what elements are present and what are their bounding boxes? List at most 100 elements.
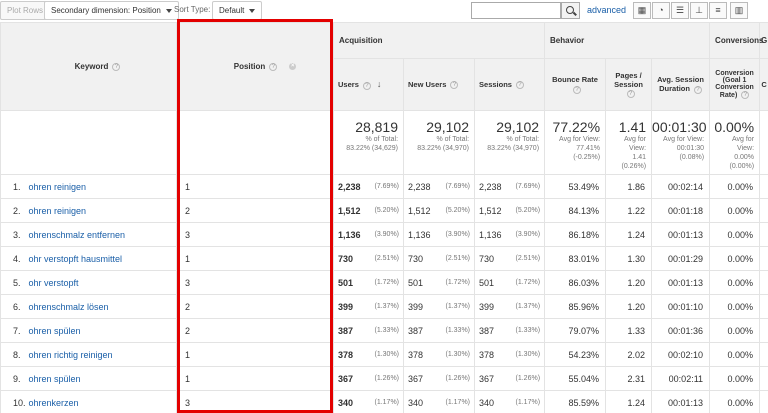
- new-users-cell: 340 (1.17%): [403, 390, 476, 413]
- new-users-cell: 399 (1.37%): [403, 294, 476, 319]
- row-index: 5.: [0, 270, 27, 295]
- new-users-cell: 378 (1.30%): [403, 342, 476, 367]
- pivot-view-icon[interactable]: ▥: [730, 2, 748, 19]
- row-index: 1.: [0, 174, 27, 199]
- partial-cell: [759, 318, 768, 343]
- partial-column-header: C: [759, 58, 768, 111]
- totals-blank: [0, 110, 178, 175]
- total-pages-session: 1.41 Avg for View: 1.41 (0.26%): [605, 110, 653, 175]
- pages-session-cell: 1.24: [605, 390, 653, 413]
- avg-duration-cell: 00:01:13: [651, 222, 711, 247]
- table-search-input[interactable]: [471, 2, 561, 19]
- avg-duration-cell: 00:02:10: [651, 342, 711, 367]
- sessions-cell: 378 (1.30%): [474, 342, 546, 367]
- pages-session-column-header[interactable]: Pages / Session?: [605, 58, 653, 111]
- position-cell: 2: [176, 294, 335, 319]
- chevron-down-icon: [249, 8, 256, 13]
- position-cell: 3: [176, 222, 335, 247]
- secondary-dimension-dropdown[interactable]: Secondary dimension: Position: [44, 1, 179, 20]
- table-row: 10. ohrenkerzen 3 340 (1.17%) 340 (1.17%) 340 (1…: [0, 390, 768, 413]
- keyword-link[interactable]: ohr verstopft: [26, 270, 178, 295]
- conversion-rate-column-header[interactable]: Conversion (Goal 1 Conversion Rate)?: [709, 58, 761, 111]
- users-cell: 378 (1.30%): [333, 342, 405, 367]
- table-row: 2. ohren reinigen 2 1,512 (5.20%) 1,512 (5.20%…: [0, 198, 768, 223]
- new-users-cell: 501 (1.72%): [403, 270, 476, 295]
- table-row: 9. ohren spülen 1 367 (1.26%) 367 (1.26%) 367 (1…: [0, 366, 768, 391]
- keyword-link[interactable]: ohren spülen: [26, 366, 178, 391]
- sessions-cell: 1,136 (3.90%): [474, 222, 546, 247]
- partial-cell: [759, 342, 768, 367]
- position-column-header[interactable]: Position? ×: [176, 22, 335, 111]
- totals-row: 28,819% of Total: 83.22% (34,629) 29,102%…: [0, 110, 768, 175]
- pages-session-cell: 1.20: [605, 294, 653, 319]
- users-cell: 730 (2.51%): [333, 246, 405, 271]
- new-users-cell: 1,136 (3.90%): [403, 222, 476, 247]
- table-row: 1. ohren reinigen 1 2,238 (7.69%) 2,238 (7.69%…: [0, 174, 768, 199]
- partial-cell: [759, 222, 768, 247]
- conversion-cell: 0.00%: [709, 174, 761, 199]
- keyword-link[interactable]: ohrenschmalz entfernen: [26, 222, 178, 247]
- plot-rows-button[interactable]: Plot Rows: [0, 1, 51, 20]
- avg-duration-column-header[interactable]: Avg. Session Duration?: [651, 58, 711, 111]
- total-new-users: 29,102% of Total: 83.22% (34,970): [403, 110, 476, 175]
- keyword-link[interactable]: ohr verstopft hausmittel: [26, 246, 178, 271]
- keyword-link[interactable]: ohren reinigen: [26, 198, 178, 223]
- users-cell: 387 (1.33%): [333, 318, 405, 343]
- bounce-rate-cell: 55.04%: [544, 366, 607, 391]
- sessions-cell: 730 (2.51%): [474, 246, 546, 271]
- partial-cell: [759, 294, 768, 319]
- help-icon[interactable]: ?: [112, 62, 121, 71]
- keyword-link[interactable]: ohren spülen: [26, 318, 178, 343]
- row-index: 7.: [0, 318, 27, 343]
- users-cell: 399 (1.37%): [333, 294, 405, 319]
- bounce-rate-cell: 84.13%: [544, 198, 607, 223]
- new-users-cell: 387 (1.33%): [403, 318, 476, 343]
- bounce-rate-cell: 83.01%: [544, 246, 607, 271]
- goal-selector-partial[interactable]: G: [759, 22, 768, 59]
- users-cell: 2,238 (7.69%): [333, 174, 405, 199]
- search-icon[interactable]: [561, 2, 580, 19]
- table-row: 3. ohrenschmalz entfernen 3 1,136 (3.90%) 1,1…: [0, 222, 768, 247]
- table-row: 8. ohren richtig reinigen 1 378 (1.30%) 378 (1…: [0, 342, 768, 367]
- position-cell: 3: [176, 270, 335, 295]
- users-column-header[interactable]: Users? ↓: [333, 58, 405, 111]
- help-icon[interactable]: ?: [515, 81, 524, 89]
- help-icon[interactable]: ?: [573, 85, 582, 94]
- keyword-link[interactable]: ohrenkerzen: [26, 390, 178, 413]
- comparison-view-icon[interactable]: ⊥: [690, 2, 708, 19]
- keyword-link[interactable]: ohren reinigen: [26, 174, 178, 199]
- users-cell: 367 (1.26%): [333, 366, 405, 391]
- partial-cell: [759, 270, 768, 295]
- help-icon[interactable]: ?: [693, 85, 702, 94]
- help-icon[interactable]: ?: [362, 81, 371, 90]
- advanced-filter-link[interactable]: advanced: [587, 5, 626, 15]
- position-cell: 1: [176, 174, 335, 199]
- table-row: 5. ohr verstopft 3 501 (1.72%) 501 (1.72%) 501(…: [0, 270, 768, 295]
- position-cell: 2: [176, 198, 335, 223]
- keyword-column-header[interactable]: Keyword?: [0, 22, 178, 111]
- help-icon[interactable]: ?: [741, 91, 750, 99]
- sort-type-dropdown[interactable]: Default: [212, 1, 263, 20]
- data-view-icon[interactable]: ▦: [633, 2, 651, 19]
- keyword-link[interactable]: ohrenschmalz lösen: [26, 294, 178, 319]
- percentage-view-icon[interactable]: ◔: [652, 2, 670, 19]
- sort-descending-icon: ↓: [376, 79, 382, 90]
- sessions-column-header[interactable]: Sessions?: [474, 58, 546, 111]
- partial-cell: [759, 390, 768, 413]
- keyword-link[interactable]: ohren richtig reinigen: [26, 342, 178, 367]
- conversion-cell: 0.00%: [709, 198, 761, 223]
- sort-type-value: Default: [219, 6, 245, 15]
- bounce-rate-column-header[interactable]: Bounce Rate?: [544, 58, 607, 111]
- new-users-column-header[interactable]: New Users?: [403, 58, 476, 111]
- new-users-cell: 367 (1.26%): [403, 366, 476, 391]
- performance-view-icon[interactable]: ☰: [671, 2, 689, 19]
- term-cloud-icon[interactable]: ≡: [709, 2, 727, 19]
- help-icon[interactable]: ?: [269, 62, 278, 71]
- help-icon[interactable]: ?: [626, 90, 635, 98]
- avg-duration-cell: 00:01:18: [651, 198, 711, 223]
- sessions-cell: 1,512 (5.20%): [474, 198, 546, 223]
- position-cell: 1: [176, 342, 335, 367]
- pages-session-cell: 2.02: [605, 342, 653, 367]
- remove-dimension-icon[interactable]: ×: [289, 63, 297, 71]
- help-icon[interactable]: ?: [450, 81, 459, 89]
